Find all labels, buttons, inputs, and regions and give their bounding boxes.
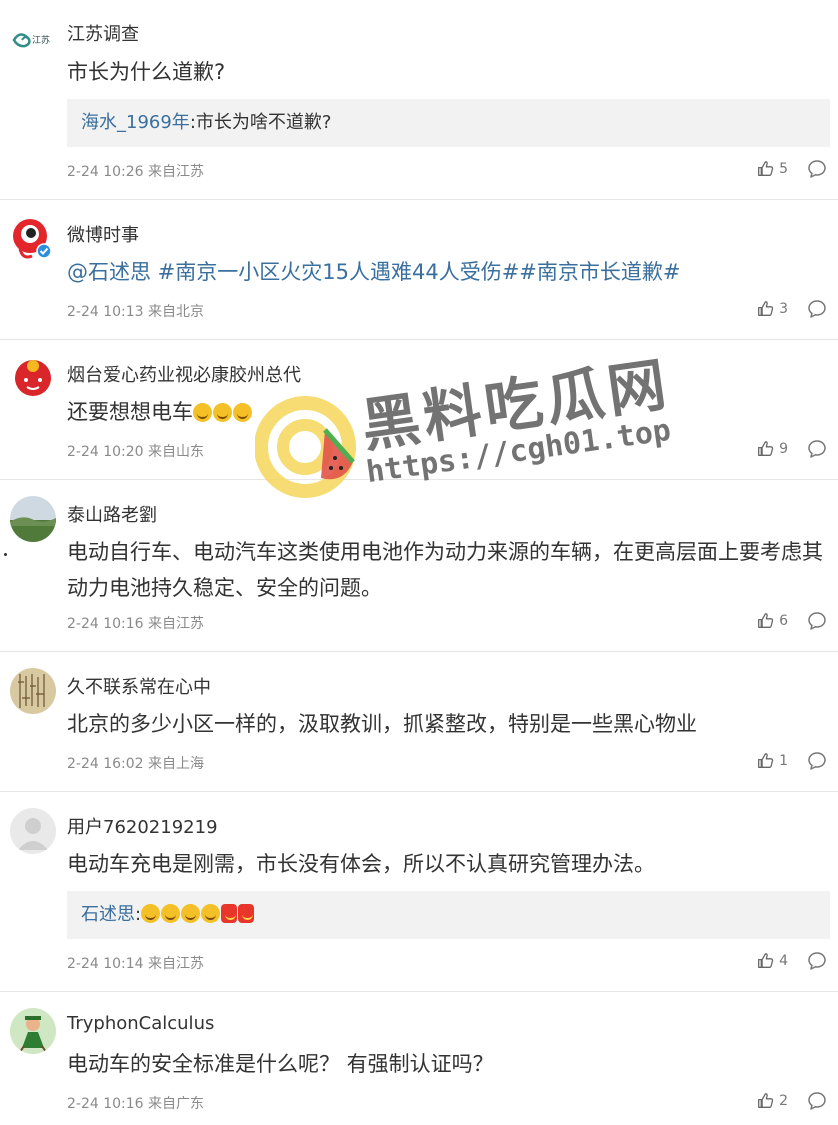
like-count: 6 (779, 612, 788, 629)
emoji-laugh-cry-icon (213, 403, 232, 422)
comment-text: 电动车的安全标准是什么呢？ 有强制认证吗？ (67, 1052, 494, 1076)
comment-text: 电动车充电是刚需，市长没有体会，所以不认真研究管理办法。 (67, 852, 655, 876)
username[interactable]: 江苏调查 (67, 20, 139, 46)
emoji-laugh-cry-icon (193, 403, 212, 422)
username[interactable]: 烟台爱心药业视必康胶州总代 (67, 361, 301, 387)
stray-dot (4, 553, 7, 556)
comment-item: 泰山路老劉 电动自行车、电动汽车这类使用电池作为动力来源的车辆，在更高层面上要考… (0, 480, 838, 652)
like-button[interactable]: 3 (757, 300, 788, 317)
reply-box[interactable]: 海水_1969年:市长为啥不道歉? (67, 99, 830, 147)
avatar[interactable] (10, 496, 56, 542)
like-count: 9 (779, 440, 788, 457)
like-count: 2 (779, 1092, 788, 1109)
thumbs-up-icon (758, 1093, 774, 1108)
comment-icon[interactable] (807, 159, 827, 179)
like-button[interactable]: 9 (757, 440, 788, 457)
like-button[interactable]: 4 (757, 952, 788, 969)
thumbs-up-icon (758, 953, 774, 968)
svg-text:江苏: 江苏 (32, 34, 50, 46)
comment-text: @石述思 #南京一小区火灾15人遇难44人受伤##南京市长道歉# (67, 254, 824, 290)
comment-icon[interactable] (807, 751, 827, 771)
reply-text: :市长为啥不道歉? (189, 112, 332, 133)
comment-icon[interactable] (807, 611, 827, 631)
avatar[interactable] (10, 356, 56, 402)
comment-text: 电动自行车、电动汽车这类使用电池作为动力来源的车辆，在更高层面上要考虑其动力电池… (67, 540, 823, 600)
comment-meta: 2-24 10:16 来自江苏 (67, 616, 205, 632)
like-button[interactable]: 2 (757, 1092, 788, 1109)
candle-icon (221, 904, 238, 923)
comment-meta: 2-24 10:20 来自山东 (67, 444, 205, 460)
emoji-laugh-cry-icon (181, 904, 201, 923)
like-count: 5 (779, 160, 788, 177)
reply-username[interactable]: 海水_1969年 (81, 112, 190, 133)
comment-icon[interactable] (807, 1091, 827, 1111)
comment-text: 北京的多少小区一样的，汲取教训，抓紧整改，特别是一些黑心物业 (67, 712, 697, 736)
emoji-crying-icon (141, 904, 161, 923)
like-button[interactable]: 6 (757, 612, 788, 629)
comment-meta: 2-24 10:14 来自江苏 (67, 956, 205, 972)
username[interactable]: 用户7620219219 (67, 813, 218, 839)
reply-box[interactable]: 石述思: (67, 891, 830, 939)
thumbs-up-icon (758, 613, 774, 628)
like-count: 1 (779, 752, 788, 769)
thumbs-up-icon (758, 301, 774, 316)
comment-item: TryphonCalculus 电动车的安全标准是什么呢？ 有强制认证吗？ 2-… (0, 992, 838, 1125)
like-button[interactable]: 5 (757, 160, 788, 177)
emoji-laugh-cry-icon (201, 904, 221, 923)
comment-icon[interactable] (807, 951, 827, 971)
username[interactable]: 泰山路老劉 (67, 501, 157, 527)
username[interactable]: 微博时事 (67, 221, 139, 247)
comment-meta: 2-24 10:26 来自江苏 (67, 164, 205, 180)
candle-icon (238, 904, 255, 923)
comment-meta: 2-24 16:02 来自上海 (67, 756, 205, 772)
comment-item: 微博时事 @石述思 #南京一小区火灾15人遇难44人受伤##南京市长道歉# 2-… (0, 200, 838, 340)
avatar[interactable] (10, 1008, 56, 1054)
comment-icon[interactable] (807, 439, 827, 459)
comment-item: 江苏 江苏调查 市长为什么道歉? 海水_1969年:市长为啥不道歉? 2-24 … (0, 0, 838, 200)
like-count: 3 (779, 300, 788, 317)
thumbs-up-icon (758, 441, 774, 456)
emoji-crying-icon (161, 904, 181, 923)
reply-username[interactable]: 石述思 (81, 904, 135, 925)
like-button[interactable]: 1 (757, 752, 788, 769)
comment-text: 还要想想电车 (67, 394, 824, 430)
like-count: 4 (779, 952, 788, 969)
comment-meta: 2-24 10:16 来自广东 (67, 1096, 205, 1112)
avatar[interactable]: 江苏 (10, 16, 56, 62)
username[interactable]: TryphonCalculus (67, 1013, 214, 1034)
comment-icon[interactable] (807, 299, 827, 319)
comment-feed: 江苏 江苏调查 市长为什么道歉? 海水_1969年:市长为啥不道歉? 2-24 … (0, 0, 838, 1125)
hashtag-link[interactable]: @石述思 #南京一小区火灾15人遇难44人受伤##南京市长道歉# (67, 260, 681, 284)
avatar[interactable] (10, 216, 56, 262)
comment-meta: 2-24 10:13 来自北京 (67, 304, 205, 320)
comment-text: 市长为什么道歉? (67, 60, 226, 84)
comment-item: 烟台爱心药业视必康胶州总代 还要想想电车 2-24 10:20 来自山东 9 (0, 340, 838, 480)
comment-item: 久不联系常在心中 北京的多少小区一样的，汲取教训，抓紧整改，特别是一些黑心物业 … (0, 652, 838, 792)
username[interactable]: 久不联系常在心中 (67, 673, 211, 699)
thumbs-up-icon (758, 161, 774, 176)
comment-item: 用户7620219219 电动车充电是刚需，市长没有体会，所以不认真研究管理办法… (0, 792, 838, 992)
avatar[interactable] (10, 808, 56, 854)
emoji-laugh-cry-icon (233, 403, 252, 422)
avatar[interactable] (10, 668, 56, 714)
thumbs-up-icon (758, 753, 774, 768)
